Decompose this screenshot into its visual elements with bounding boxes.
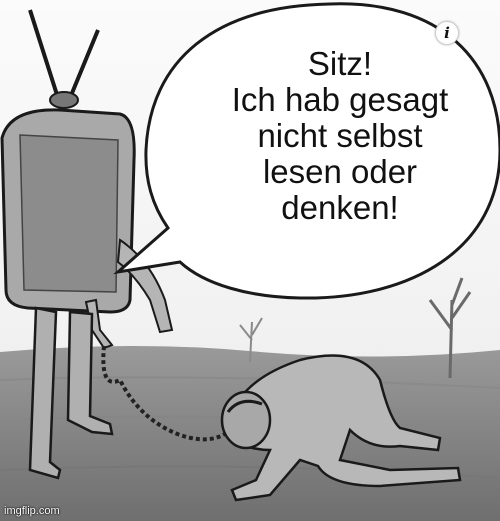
info-icon-label: i [444, 24, 450, 42]
info-icon[interactable]: i [435, 21, 459, 45]
speech-line: nicht selbst [257, 117, 423, 154]
speech-line: lesen oder [262, 153, 418, 190]
speech-bubble-text: Sitz! Ich hab gesagt nicht selbst lesen … [190, 46, 490, 226]
speech-line: denken! [281, 189, 399, 226]
speech-line: Ich hab gesagt [231, 81, 449, 118]
meme-image: Sitz! Ich hab gesagt nicht selbst lesen … [0, 0, 500, 521]
watermark: imgflip.com [4, 505, 60, 517]
speech-line: Sitz! [307, 45, 373, 82]
